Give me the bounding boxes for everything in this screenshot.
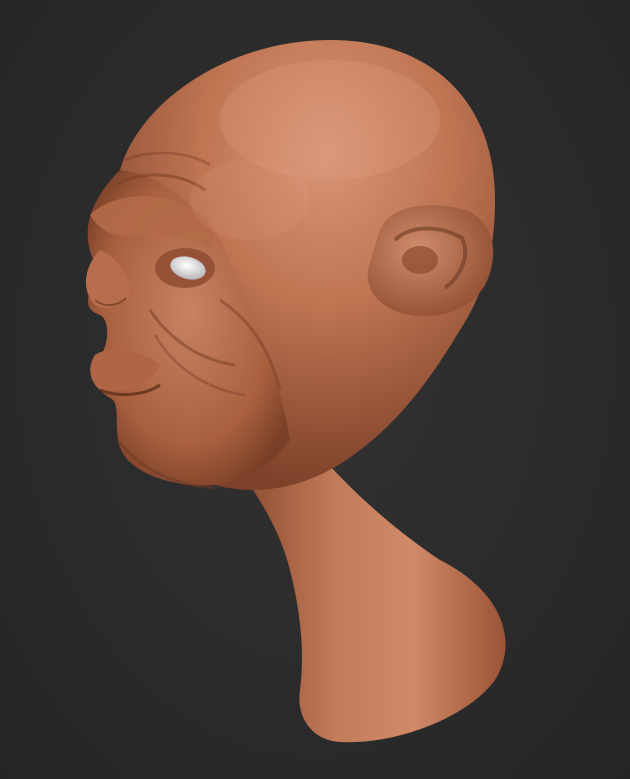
sculpted-head — [85, 40, 506, 743]
render-viewport — [0, 0, 630, 779]
